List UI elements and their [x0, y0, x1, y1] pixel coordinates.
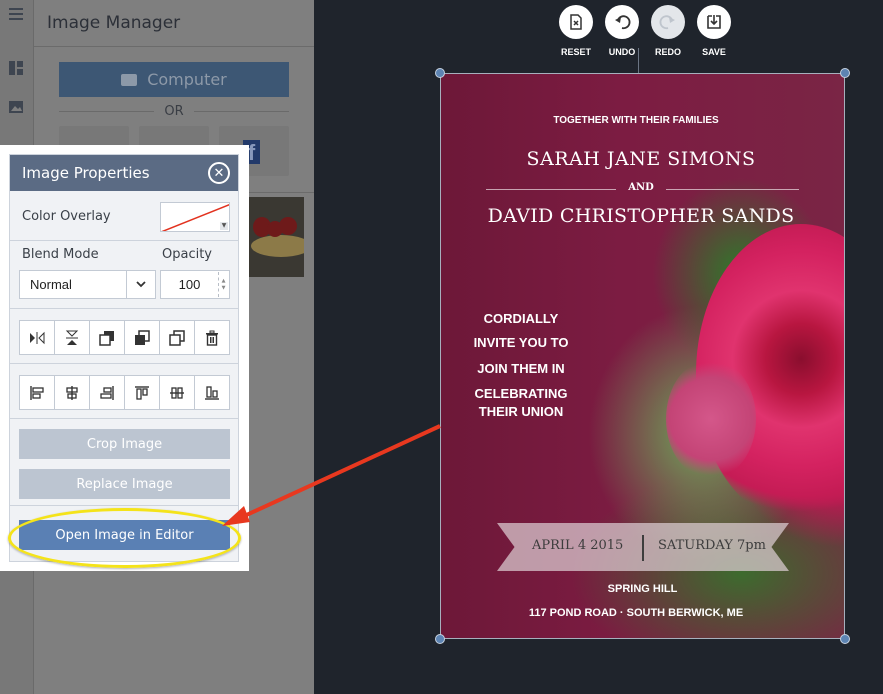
color-overlay-picker[interactable]: ▼ — [160, 202, 230, 232]
resize-handle-bottom-right[interactable] — [840, 634, 850, 644]
event-date: APRIL 4 2015 — [532, 538, 624, 553]
undo-icon — [615, 15, 631, 30]
resize-handle-bottom-left[interactable] — [435, 634, 445, 644]
upload-from-computer-button[interactable]: Computer — [59, 62, 289, 97]
align-tools-row — [10, 364, 238, 419]
divider-right — [666, 189, 799, 190]
color-overlay-label: Color Overlay — [22, 209, 111, 224]
caret-down-icon: ▼ — [220, 222, 228, 230]
ribbon-separator — [642, 535, 644, 561]
or-separator: OR — [59, 104, 290, 119]
invite-line: CORDIALLY — [483, 311, 559, 326]
blend-mode-select[interactable]: Normal — [19, 270, 156, 299]
event-day-time: SATURDAY 7pm — [658, 538, 766, 553]
invitation-canvas[interactable]: TOGETHER WITH THEIR FAMILIES SARAH JANE … — [440, 73, 845, 639]
align-center-horizontal-icon[interactable] — [55, 376, 90, 409]
or-label: OR — [164, 104, 184, 119]
invite-line: CELEBRATING — [474, 386, 568, 401]
chevron-down-icon — [126, 271, 155, 298]
reset-label: RESET — [560, 47, 591, 57]
editor-actions: RESET UNDO REDO SAVE — [558, 5, 732, 57]
panel-header: Image Properties ✕ — [10, 155, 238, 191]
venue-address: 117 POND ROAD · SOUTH BERWICK, ME — [528, 607, 744, 619]
opacity-input[interactable]: 100 ▲ ▼ — [160, 270, 230, 299]
computer-label: Computer — [147, 70, 227, 89]
save-label: SAVE — [702, 47, 726, 57]
redo-button[interactable]: REDO — [650, 5, 686, 57]
blend-mode-value: Normal — [30, 277, 72, 292]
color-overlay-row: Color Overlay ▼ — [10, 191, 238, 241]
close-icon[interactable]: ✕ — [208, 162, 230, 184]
flip-horizontal-icon[interactable] — [20, 321, 55, 354]
align-top-icon[interactable] — [125, 376, 160, 409]
bride-name: SARAH JANE SIMONS — [526, 148, 756, 170]
undo-button[interactable]: UNDO — [604, 5, 640, 57]
layout-icon[interactable] — [8, 60, 24, 79]
image-manager-title: Image Manager — [47, 13, 181, 33]
send-backward-icon[interactable] — [125, 321, 160, 354]
reset-button[interactable]: RESET — [558, 5, 594, 57]
monitor-icon — [121, 73, 138, 86]
redo-icon — [659, 15, 675, 30]
rose-petal — [666, 359, 756, 479]
align-center-vertical-icon[interactable] — [160, 376, 195, 409]
transform-tools-row — [10, 309, 238, 364]
crop-image-button[interactable]: Crop Image — [19, 429, 230, 459]
image-icon[interactable] — [8, 100, 24, 117]
opacity-label: Opacity — [162, 247, 213, 262]
delete-icon[interactable] — [195, 321, 229, 354]
align-left-icon[interactable] — [20, 376, 55, 409]
replace-image-button[interactable]: Replace Image — [19, 469, 230, 499]
venue-name: SPRING HILL — [607, 583, 678, 595]
opacity-value: 100 — [178, 277, 201, 292]
image-actions-row: Crop Image Replace Image — [10, 419, 238, 506]
invite-line: THEIR UNION — [478, 404, 564, 419]
divider — [34, 46, 314, 47]
save-icon — [707, 15, 721, 29]
save-button[interactable]: SAVE — [696, 5, 732, 57]
align-right-icon[interactable] — [90, 376, 125, 409]
resize-handle-top-left[interactable] — [435, 68, 445, 78]
invite-line: INVITE YOU TO — [473, 335, 569, 350]
flip-vertical-icon[interactable] — [55, 321, 90, 354]
menu-icon[interactable] — [8, 6, 24, 25]
undo-label: UNDO — [608, 47, 636, 57]
families-text: TOGETHER WITH THEIR FAMILIES — [553, 115, 719, 126]
invite-line: JOIN THEM IN — [477, 361, 565, 376]
date-ribbon: APRIL 4 2015 SATURDAY 7pm — [497, 523, 789, 571]
resize-handle-top-right[interactable] — [840, 68, 850, 78]
panel-title: Image Properties — [22, 164, 150, 182]
align-bottom-icon[interactable] — [195, 376, 229, 409]
image-properties-popup: Image Properties ✕ Color Overlay ▼ Blend… — [0, 145, 249, 571]
opacity-stepper[interactable]: ▲ ▼ — [218, 272, 228, 297]
blend-opacity-row: Blend Mode Opacity Normal 100 ▲ ▼ — [10, 241, 238, 309]
align-toolbar — [19, 375, 230, 410]
open-image-in-editor-button[interactable]: Open Image in Editor — [19, 520, 230, 550]
image-thumbnail[interactable] — [247, 197, 304, 277]
duplicate-icon[interactable] — [160, 321, 195, 354]
reset-icon — [570, 14, 582, 30]
and-text: AND — [628, 182, 654, 193]
blend-mode-label: Blend Mode — [22, 247, 99, 262]
bring-forward-icon[interactable] — [90, 321, 125, 354]
redo-label: REDO — [654, 47, 681, 57]
groom-name: DAVID CHRISTOPHER SANDS — [487, 205, 795, 227]
transform-toolbar — [19, 320, 230, 355]
image-properties-panel: Image Properties ✕ Color Overlay ▼ Blend… — [9, 154, 239, 562]
